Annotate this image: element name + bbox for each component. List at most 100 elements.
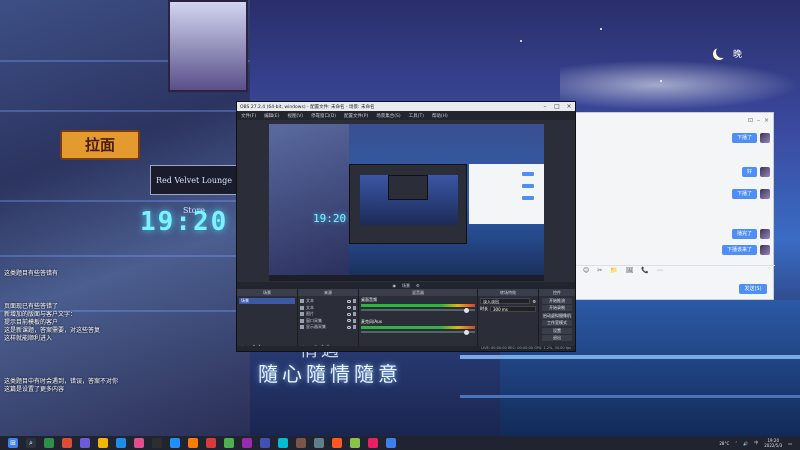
exit-button[interactable]: 退出 (542, 335, 572, 341)
app-icon[interactable] (386, 438, 396, 448)
duration-input[interactable]: 300 ms (490, 306, 536, 312)
menu-view[interactable]: 视图(V) (287, 113, 303, 119)
app-icon[interactable] (80, 438, 90, 448)
lock-icon[interactable] (353, 325, 356, 330)
eye-icon[interactable] (347, 325, 351, 329)
volume-meter (361, 326, 475, 329)
send-button[interactable]: 发送(S) (739, 284, 767, 294)
source-row[interactable]: 显示器采集 (300, 324, 356, 331)
image-icon[interactable]: 🖼 (626, 267, 634, 274)
eye-icon[interactable] (347, 319, 351, 323)
overlay-text-line: 页面现已有些答错了 (4, 303, 59, 310)
menu-docks[interactable]: 停靠窗口(D) (311, 113, 336, 119)
app-icon[interactable] (368, 438, 378, 448)
record-icon[interactable]: ◉ (392, 283, 396, 288)
app-icon[interactable] (332, 438, 342, 448)
wallpaper-bridge (460, 355, 800, 359)
close-icon[interactable]: × (563, 102, 575, 111)
virtual-camera-button[interactable]: 启动虚拟摄像机 (542, 312, 572, 319)
lock-icon[interactable] (353, 305, 356, 310)
menu-file[interactable]: 文件(F) (241, 113, 256, 119)
avatar[interactable] (760, 133, 770, 143)
chevron-up-icon[interactable]: ˄ (735, 441, 737, 446)
preview-taskbar (269, 275, 544, 281)
wallpaper-banner-text: 隨心隨情隨意 (258, 362, 402, 386)
menu-scene-collection[interactable]: 场景集合(S) (376, 113, 400, 119)
app-icon[interactable] (224, 438, 234, 448)
start-recording-button[interactable]: 开始录制 (542, 305, 572, 311)
app-icon[interactable] (350, 438, 360, 448)
dockbar-label: 场景 (401, 282, 410, 288)
lock-icon[interactable] (353, 318, 356, 323)
start-streaming-button[interactable]: 开始推流 (542, 297, 572, 304)
lock-icon[interactable] (353, 312, 356, 317)
studio-mode-button[interactable]: 工作室模式 (542, 320, 572, 326)
minimize-icon[interactable]: – (539, 102, 551, 111)
app-icon[interactable] (62, 438, 72, 448)
avatar[interactable] (760, 245, 770, 255)
volume-slider[interactable] (361, 307, 475, 313)
weather-text[interactable]: 28°C (719, 441, 729, 446)
app-icon[interactable] (188, 438, 198, 448)
app-icon[interactable] (134, 438, 144, 448)
avatar[interactable] (760, 167, 770, 177)
folder-icon[interactable] (98, 438, 108, 448)
app-icon[interactable] (296, 438, 306, 448)
menu-edit[interactable]: 编辑(E) (264, 113, 279, 119)
avatar[interactable] (760, 189, 770, 199)
close-icon[interactable]: × (764, 117, 769, 124)
pin-icon[interactable]: ⊡ (748, 117, 753, 124)
obs-titlebar[interactable]: OBS 27.2.4 (64-bit, windows) - 配置文件: 未命名… (237, 102, 575, 111)
phone-icon[interactable]: 📞 (641, 267, 648, 274)
qq-icon[interactable] (170, 438, 180, 448)
menu-tools[interactable]: 工具(T) (409, 113, 424, 119)
preview-buildings (269, 124, 349, 281)
gear-icon[interactable]: ⚙ (532, 299, 536, 304)
transition-select[interactable]: 淡入淡出 (480, 298, 531, 304)
gear-icon[interactable]: ⚙ (416, 283, 420, 288)
volume-slider[interactable] (361, 329, 475, 335)
eye-icon[interactable] (347, 312, 351, 316)
app-icon[interactable] (314, 438, 324, 448)
obs-icon[interactable] (152, 438, 162, 448)
eye-icon[interactable] (347, 306, 351, 310)
chat-window[interactable]: ⊡ – × 下播了 好 下播了 播完了 下播该来了 😊 ✂ 📁 🖼 📞 ⋯ 发送… (574, 112, 775, 300)
app-icon[interactable] (242, 438, 252, 448)
search-icon[interactable]: ⌕ (26, 438, 36, 448)
taskbar-clock[interactable]: 19:20 2022/5/3 (764, 438, 782, 448)
ime-indicator[interactable]: 中 (754, 440, 758, 446)
wechat-icon[interactable] (44, 438, 54, 448)
obs-window[interactable]: OBS 27.2.4 (64-bit, windows) - 配置文件: 未命名… (236, 101, 576, 352)
settings-button[interactable]: 设置 (542, 327, 572, 334)
scenes-dock: 场景 场景 + – ˄ ˅ (237, 289, 297, 351)
eye-icon[interactable] (347, 299, 351, 303)
wallpaper-moon (716, 46, 728, 58)
preview-nested-window (388, 175, 428, 200)
image-icon (300, 312, 304, 317)
folder-icon[interactable]: 📁 (610, 267, 617, 274)
wallpaper-star (520, 40, 522, 42)
chat-message: 下播了 (731, 133, 757, 143)
emoji-icon[interactable]: 😊 (583, 267, 589, 274)
minimize-icon[interactable]: – (757, 117, 760, 124)
maximize-icon[interactable]: □ (551, 102, 563, 111)
dock-title: 转场特效 (478, 289, 538, 296)
obs-preview-canvas[interactable]: 19:20 (269, 124, 544, 281)
more-icon[interactable]: ⋯ (657, 267, 663, 274)
channel-label: 桌面音频 (361, 297, 377, 302)
scissors-icon[interactable]: ✂ (597, 267, 602, 274)
app-icon[interactable] (206, 438, 216, 448)
app-icon[interactable] (260, 438, 270, 448)
notification-icon[interactable]: ▭ (788, 441, 792, 446)
clock-date: 2022/5/3 (764, 443, 783, 448)
app-icon[interactable] (278, 438, 288, 448)
menu-profile[interactable]: 配置文件(P) (344, 113, 368, 119)
lock-icon[interactable] (353, 299, 356, 304)
scene-item[interactable]: 场景 (239, 298, 295, 304)
preview-nested-obs (349, 164, 467, 244)
avatar[interactable] (760, 229, 770, 239)
volume-icon[interactable]: 🔊 (743, 441, 748, 446)
menu-help[interactable]: 帮助(H) (432, 113, 448, 119)
browser-icon[interactable] (116, 438, 126, 448)
start-icon[interactable]: ⊞ (8, 438, 18, 448)
